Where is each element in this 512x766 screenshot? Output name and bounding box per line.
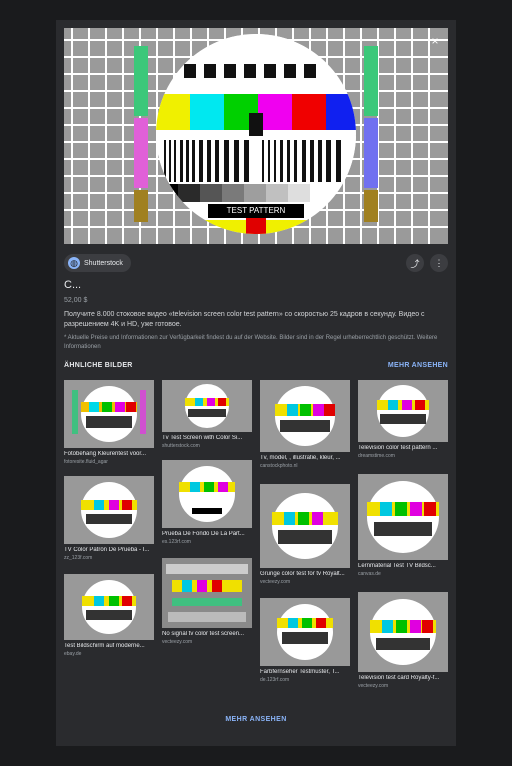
- source-chip[interactable]: ◍ Shutterstock: [64, 254, 131, 272]
- similar-card[interactable]: Tv Test Screen with Color Si... shutters…: [162, 380, 252, 449]
- similar-source: de.123rf.com: [260, 677, 290, 683]
- similar-card[interactable]: Lernmaterial Test TV Bildsc... canvas.de: [358, 474, 448, 577]
- similar-thumb: [358, 380, 448, 442]
- similar-thumb: [260, 484, 350, 568]
- similar-source: shutterstock.com: [162, 443, 200, 449]
- similar-card[interactable]: Test Bildschirm auf moderne... ebay.de: [64, 574, 154, 657]
- similar-thumb: [162, 558, 252, 628]
- similar-images-heading: ÄHNLICHE BILDER: [64, 362, 133, 369]
- hero-image[interactable]: TEST PATTERN ×: [64, 28, 448, 244]
- similar-thumb: [64, 476, 154, 544]
- copyright-note: * Aktuelle Preise und Informationen zur …: [64, 335, 438, 350]
- similar-caption: Grunge color test for tv Royalt...: [260, 571, 345, 577]
- similar-caption: Tv, model, , illustratie, kleur, ...: [260, 455, 341, 461]
- similar-card[interactable]: Television color test pattern ... dreams…: [358, 380, 448, 459]
- source-row: ◍ Shutterstock ⤴ ⋮: [64, 252, 448, 274]
- more-link-top[interactable]: MEHR ANSEHEN: [388, 362, 448, 369]
- similar-card[interactable]: Tv, model, , illustratie, kleur, ... can…: [260, 380, 350, 469]
- image-price: 52,00 $: [64, 297, 88, 304]
- similar-caption: Tv Test Screen with Color Si...: [162, 435, 243, 441]
- similar-caption: Test Bildschirm auf moderne...: [64, 643, 145, 649]
- more-link-bottom[interactable]: MEHR ANSEHEN: [56, 716, 456, 723]
- source-name: Shutterstock: [84, 259, 123, 267]
- similar-card[interactable]: Farbfernseher Testmuster, T... de.123rf.…: [260, 598, 350, 683]
- similar-thumb: [64, 380, 154, 448]
- similar-card[interactable]: Prueba De Fondo De La Part... es.123rf.c…: [162, 460, 252, 545]
- similar-caption: Farbfernseher Testmuster, T...: [260, 669, 340, 675]
- image-description: Получите 8.000 стоковое видео «televisio…: [64, 311, 425, 328]
- similar-source: vecteezy.com: [358, 683, 389, 689]
- image-title[interactable]: C...: [64, 279, 81, 291]
- similar-thumb: [260, 380, 350, 452]
- similar-source: canstockphoto.nl: [260, 463, 298, 469]
- similar-source: zz_123f.com: [64, 555, 93, 561]
- close-icon[interactable]: ×: [428, 34, 442, 48]
- similar-source: es.123rf.com: [162, 539, 191, 545]
- share-icon[interactable]: ⤴: [406, 254, 424, 272]
- similar-source: vecteezy.com: [162, 639, 193, 645]
- similar-caption: Television test card Royalty-f...: [358, 675, 440, 681]
- similar-source: dreamstime.com: [358, 453, 395, 459]
- similar-caption: Prueba De Fondo De La Part...: [162, 531, 245, 537]
- similar-source: canvas.de: [358, 571, 381, 577]
- similar-card[interactable]: Television test card Royalty-f... vectee…: [358, 592, 448, 689]
- image-viewer-panel: TEST PATTERN × ◍ Shutterstock ⤴ ⋮ C... 5…: [56, 20, 456, 746]
- similar-thumb: [358, 592, 448, 672]
- similar-caption: No signal tv color test screen...: [162, 631, 245, 637]
- globe-icon: ◍: [68, 257, 80, 269]
- similar-caption: Television color test pattern ...: [358, 445, 438, 451]
- similar-card[interactable]: Grunge color test for tv Royalt... vecte…: [260, 484, 350, 585]
- similar-thumb: [358, 474, 448, 560]
- similar-card[interactable]: No signal tv color test screen... vectee…: [162, 558, 252, 645]
- more-options-icon[interactable]: ⋮: [430, 254, 448, 272]
- similar-source: fotoresite.fluid_agar: [64, 459, 108, 465]
- similar-source: ebay.de: [64, 651, 82, 657]
- similar-source: vecteezy.com: [260, 579, 291, 585]
- similar-thumb: [260, 598, 350, 666]
- similar-caption: TV Color Patrón De Prueba - I...: [64, 547, 150, 553]
- similar-thumb: [64, 574, 154, 640]
- similar-thumb: [162, 460, 252, 528]
- similar-caption: Lernmaterial Test TV Bildsc...: [358, 563, 436, 569]
- similar-card[interactable]: TV Color Patrón De Prueba - I... zz_123f…: [64, 476, 154, 561]
- hero-caption: TEST PATTERN: [226, 206, 286, 215]
- similar-card[interactable]: Fotobehang Kleurentest voor... fotoresit…: [64, 380, 154, 465]
- similar-thumb: [162, 380, 252, 432]
- similar-caption: Fotobehang Kleurentest voor...: [64, 451, 147, 457]
- similar-images-header: ÄHNLICHE BILDER MEHR ANSEHEN: [64, 362, 448, 374]
